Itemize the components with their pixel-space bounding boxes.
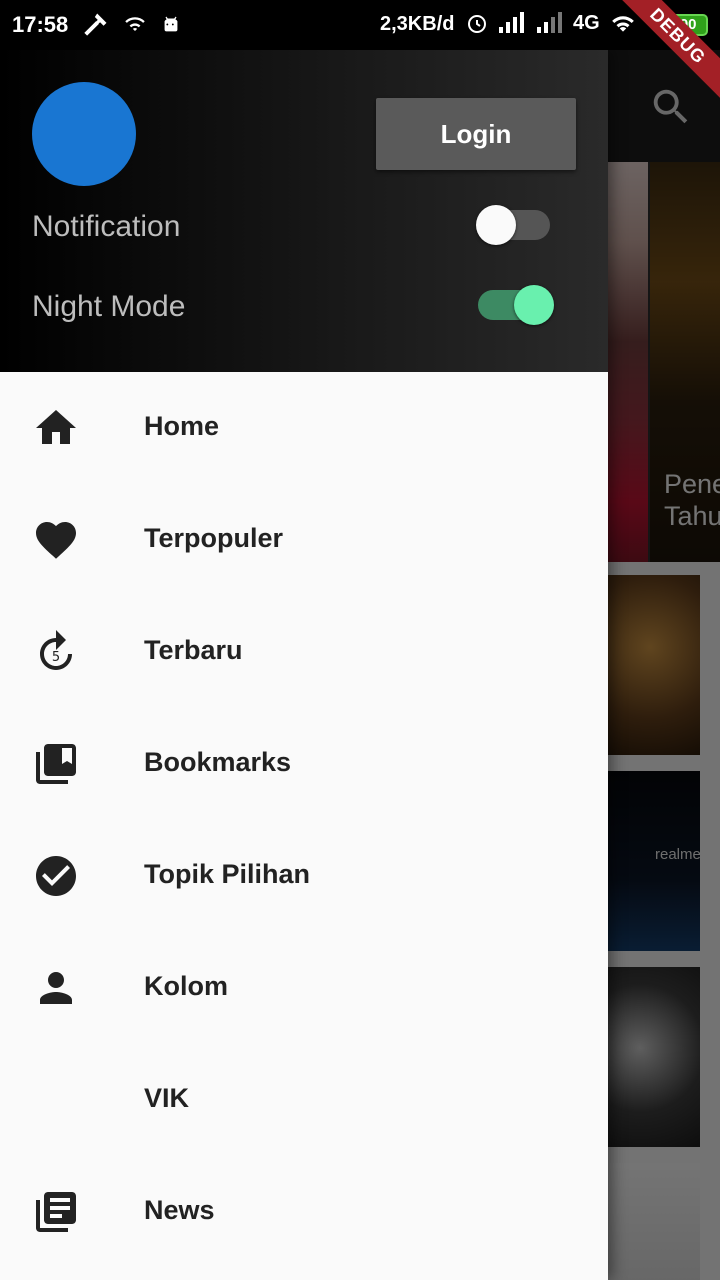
signal-icon: [537, 12, 562, 33]
android-icon: [164, 16, 178, 32]
signal-icon: [499, 12, 524, 33]
menu-item-bookmarks[interactable]: Bookmarks: [0, 708, 608, 820]
wifi-data-icon: [125, 17, 145, 32]
menu-item-kolom[interactable]: Kolom: [0, 932, 608, 1044]
status-time: 17:58: [12, 12, 69, 37]
navigation-drawer: Login Notification Night Mode Home Terpo…: [0, 50, 608, 1280]
menu-item-terbaru[interactable]: 5 Terbaru: [0, 596, 608, 708]
svg-text:5: 5: [52, 650, 60, 665]
drawer-menu: Home Terpopuler 5 Terbaru Bookmarks Topi…: [0, 372, 608, 1268]
notification-label: Notification: [32, 210, 181, 243]
check-circle-icon: [36, 856, 76, 896]
wifi-icon: [611, 16, 634, 32]
switch-knob: [476, 205, 516, 245]
menu-item-news[interactable]: News: [0, 1156, 608, 1268]
menu-item-label: Home: [144, 411, 220, 441]
menu-item-label: VIK: [144, 1083, 190, 1113]
night-mode-row: Night Mode: [32, 276, 572, 336]
login-button[interactable]: Login: [376, 98, 576, 170]
menu-item-vik[interactable]: VIK: [0, 1044, 608, 1156]
status-bar: 17:58 2,3KB/d 4G 100 DEBUG: [0, 0, 720, 103]
replay-5-icon: 5: [40, 630, 72, 670]
menu-item-label: Terbaru: [144, 635, 243, 665]
person-icon: [40, 972, 72, 1004]
news-icon: [36, 1192, 76, 1232]
menu-item-label: Kolom: [144, 971, 228, 1001]
menu-item-terpopuler[interactable]: Terpopuler: [0, 484, 608, 596]
menu-item-home[interactable]: Home: [0, 372, 608, 484]
notification-switch[interactable]: [476, 205, 550, 245]
night-mode-switch[interactable]: [478, 285, 554, 325]
menu-item-label: Topik Pilihan: [144, 859, 311, 889]
home-icon: [36, 410, 76, 444]
menu-item-label: News: [144, 1195, 215, 1225]
menu-item-label: Terpopuler: [144, 523, 284, 553]
menu-item-label: Bookmarks: [144, 747, 292, 777]
switch-knob: [514, 285, 554, 325]
notification-row: Notification: [32, 196, 572, 256]
menu-item-topik-pilihan[interactable]: Topik Pilihan: [0, 820, 608, 932]
hammer-icon: [84, 13, 107, 36]
network-type: 4G: [573, 11, 600, 34]
avatar[interactable]: [32, 82, 136, 186]
data-rate: 2,3KB/d: [380, 13, 455, 35]
drawer-header: Login Notification Night Mode: [0, 50, 608, 372]
night-mode-label: Night Mode: [32, 290, 186, 323]
alarm-icon: [468, 15, 486, 33]
bookmarks-icon: [36, 744, 76, 784]
heart-icon: [36, 522, 76, 559]
